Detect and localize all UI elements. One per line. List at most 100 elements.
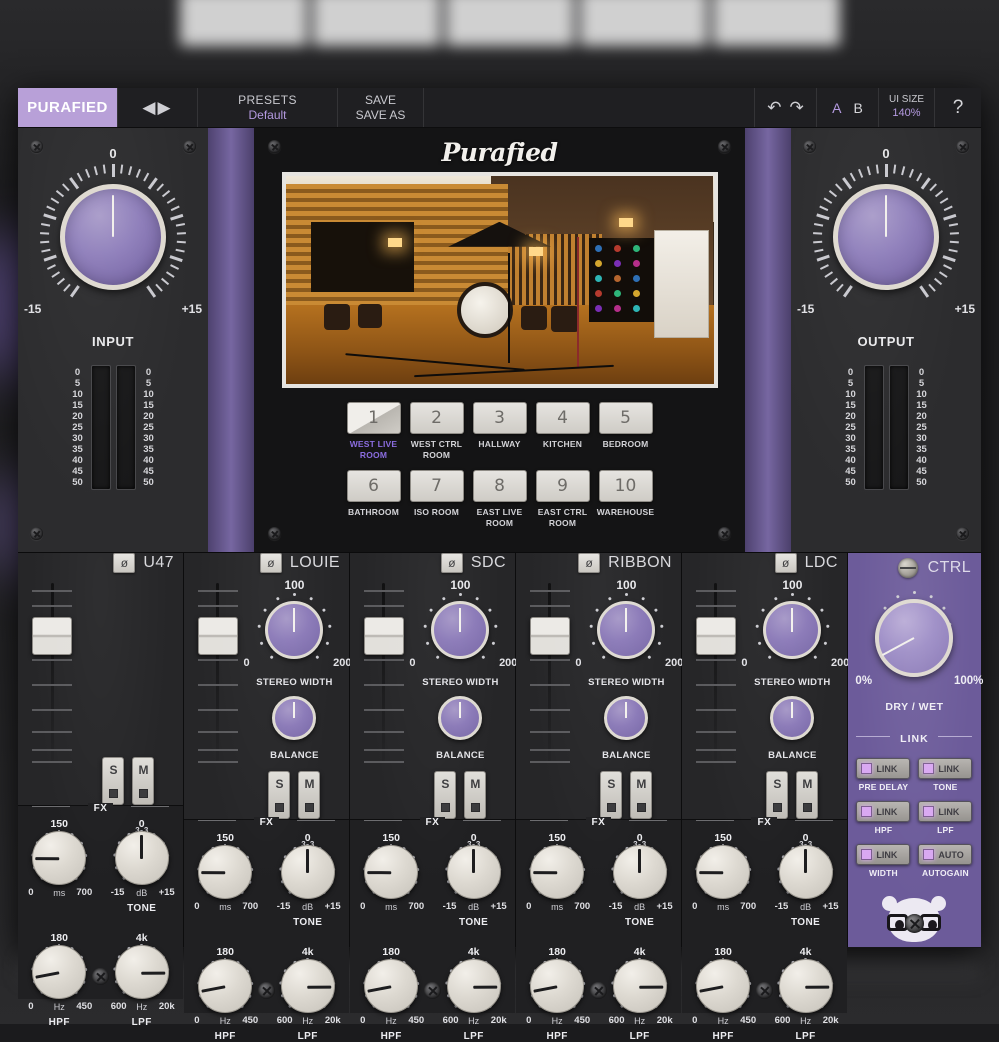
link-button-autogain[interactable]: AUTO: [918, 844, 972, 865]
lpf-knob[interactable]: 4k 600 Hz 20k: [447, 959, 501, 1013]
room-button-6[interactable]: 6 BATHROOM: [347, 470, 401, 528]
room-button-3[interactable]: 3 HALLWAY: [473, 402, 527, 460]
stereo-width-knob[interactable]: 100 0 200: [755, 593, 829, 667]
room-button-number[interactable]: 9: [536, 470, 590, 502]
balance-knob[interactable]: [604, 696, 648, 740]
tone-knob[interactable]: 0 3366991212 -15 dB +15: [779, 845, 833, 899]
hpf-knob-body[interactable]: [32, 945, 86, 999]
right-arrow-icon[interactable]: ▶: [158, 98, 173, 118]
balance-knob-body[interactable]: [272, 696, 316, 740]
input-gain-knob[interactable]: 0 -15 +15: [38, 162, 188, 312]
ab-compare-group[interactable]: A B: [817, 88, 879, 127]
hpf-knob[interactable]: 180 0 Hz 450: [696, 959, 750, 1013]
dry-wet-knob-body[interactable]: [875, 599, 953, 677]
room-button-number[interactable]: 8: [473, 470, 527, 502]
dry-wet-knob[interactable]: 0% 100%: [867, 591, 961, 685]
tone-knob[interactable]: 0 3366991212 -15 dB +15: [447, 845, 501, 899]
lpf-control[interactable]: 4k 600 Hz 20k LPF: [106, 932, 178, 1028]
help-button[interactable]: ?: [935, 88, 981, 127]
balance-knob[interactable]: [438, 696, 482, 740]
room-button-number[interactable]: 5: [599, 402, 653, 434]
lpf-knob-body[interactable]: [447, 959, 501, 1013]
hpf-control[interactable]: 180 0 Hz 450 HPF: [23, 932, 95, 1028]
output-gain-knob[interactable]: 0 -15 +15: [811, 162, 961, 312]
lpf-control[interactable]: 4k 600 Hz 20k LPF: [272, 946, 344, 1042]
fader-cap[interactable]: [696, 617, 736, 655]
stereo-width-knob-body[interactable]: [597, 601, 655, 659]
lpf-control[interactable]: 4k 600 Hz 20k LPF: [604, 946, 676, 1042]
input-knob-body[interactable]: [60, 184, 166, 290]
room-button-7[interactable]: 7 ISO ROOM: [410, 470, 464, 528]
save-group[interactable]: SAVE SAVE AS: [338, 88, 424, 127]
hpf-control[interactable]: 180 0 Hz 450 HPF: [521, 946, 593, 1042]
link-button-lpf[interactable]: LINK: [918, 801, 972, 822]
balance-knob[interactable]: [770, 696, 814, 740]
tone-control[interactable]: 0 3366991212 -15 dB +15 TONE: [604, 832, 676, 928]
phase-invert-button[interactable]: ø: [113, 553, 135, 573]
pre-delay-knob[interactable]: 150 0 ms 700: [696, 845, 750, 899]
preset-nav-arrows[interactable]: ◀ ▶: [118, 88, 198, 127]
balance-knob-body[interactable]: [770, 696, 814, 740]
room-button-8[interactable]: 8 EAST LIVE ROOM: [473, 470, 527, 528]
room-button-2[interactable]: 2 WEST CTRL ROOM: [410, 402, 464, 460]
fader-cap[interactable]: [530, 617, 570, 655]
hpf-knob-body[interactable]: [198, 959, 252, 1013]
room-button-5[interactable]: 5 BEDROOM: [599, 402, 653, 460]
ab-b-button[interactable]: B: [854, 100, 863, 116]
lpf-knob-body[interactable]: [779, 959, 833, 1013]
lpf-control[interactable]: 4k 600 Hz 20k LPF: [770, 946, 842, 1042]
room-button-4[interactable]: 4 KITCHEN: [536, 402, 590, 460]
lpf-knob[interactable]: 4k 600 Hz 20k: [613, 959, 667, 1013]
fader-cap[interactable]: [198, 617, 238, 655]
stereo-width-knob-body[interactable]: [265, 601, 323, 659]
stereo-width-knob[interactable]: 100 0 200: [589, 593, 663, 667]
link-button-hpf[interactable]: LINK: [856, 801, 910, 822]
save-button[interactable]: SAVE: [365, 93, 396, 108]
pre-delay-knob-body[interactable]: [530, 845, 584, 899]
lpf-knob[interactable]: 4k 600 Hz 20k: [281, 959, 335, 1013]
fader-louie[interactable]: [192, 575, 244, 819]
tone-control[interactable]: 0 3366991212 -15 dB +15 TONE: [438, 832, 510, 928]
hpf-control[interactable]: 180 0 Hz 450 HPF: [189, 946, 261, 1042]
pre-delay-knob[interactable]: 150 0 ms 700: [198, 845, 252, 899]
link-cell-pre-delay[interactable]: LINK PRE DELAY: [856, 758, 910, 792]
lpf-control[interactable]: 4k 600 Hz 20k LPF: [438, 946, 510, 1042]
link-cell-width[interactable]: LINK WIDTH: [856, 844, 910, 878]
stereo-width-knob[interactable]: 100 0 200: [423, 593, 497, 667]
room-button-number[interactable]: 10: [599, 470, 653, 502]
save-as-button[interactable]: SAVE AS: [356, 108, 406, 123]
tone-control[interactable]: 0 3366991212 -15 dB +15 TONE: [770, 832, 842, 928]
balance-knob-body[interactable]: [438, 696, 482, 740]
tone-knob[interactable]: 0 3366991212 -15 dB +15: [613, 845, 667, 899]
tone-knob[interactable]: 0 3366991212 -15 dB +15: [281, 845, 335, 899]
pre-delay-knob[interactable]: 150 0 ms 700: [364, 845, 418, 899]
room-button-1[interactable]: 1 WEST LIVE ROOM: [347, 402, 401, 460]
pre-delay-control[interactable]: 150 0 ms 700: [23, 818, 95, 914]
lpf-knob-body[interactable]: [281, 959, 335, 1013]
pre-delay-control[interactable]: 150 0 ms 700: [687, 832, 759, 928]
tone-control[interactable]: 0 3366991212 -15 dB +15 TONE: [106, 818, 178, 914]
link-button-tone[interactable]: LINK: [918, 758, 972, 779]
ui-size-control[interactable]: UI SIZE 140%: [879, 88, 935, 127]
phase-invert-button[interactable]: ø: [578, 553, 600, 573]
room-selector[interactable]: 1 WEST LIVE ROOM 2 WEST CTRL ROOM 3 HALL…: [254, 402, 745, 529]
pre-delay-knob-body[interactable]: [198, 845, 252, 899]
fader-cap[interactable]: [364, 617, 404, 655]
hpf-knob-body[interactable]: [530, 959, 584, 1013]
pre-delay-control[interactable]: 150 0 ms 700: [521, 832, 593, 928]
phase-invert-button[interactable]: ø: [775, 553, 797, 573]
fader-ldc[interactable]: [690, 575, 742, 819]
room-button-number[interactable]: 3: [473, 402, 527, 434]
room-button-9[interactable]: 9 EAST CTRL ROOM: [536, 470, 590, 528]
pre-delay-knob-body[interactable]: [364, 845, 418, 899]
presets-selector[interactable]: PRESETS Default: [198, 88, 338, 127]
stereo-width-knob-body[interactable]: [763, 601, 821, 659]
undo-icon[interactable]: ↶: [767, 98, 781, 118]
tone-knob[interactable]: 0 3366991212 -15 dB +15: [115, 831, 169, 885]
pre-delay-control[interactable]: 150 0 ms 700: [355, 832, 427, 928]
pre-delay-knob-body[interactable]: [32, 831, 86, 885]
room-button-number[interactable]: 1: [347, 402, 401, 434]
fader-sdc[interactable]: [358, 575, 410, 819]
fader-u47[interactable]: [26, 575, 78, 805]
tone-knob-body[interactable]: [613, 845, 667, 899]
